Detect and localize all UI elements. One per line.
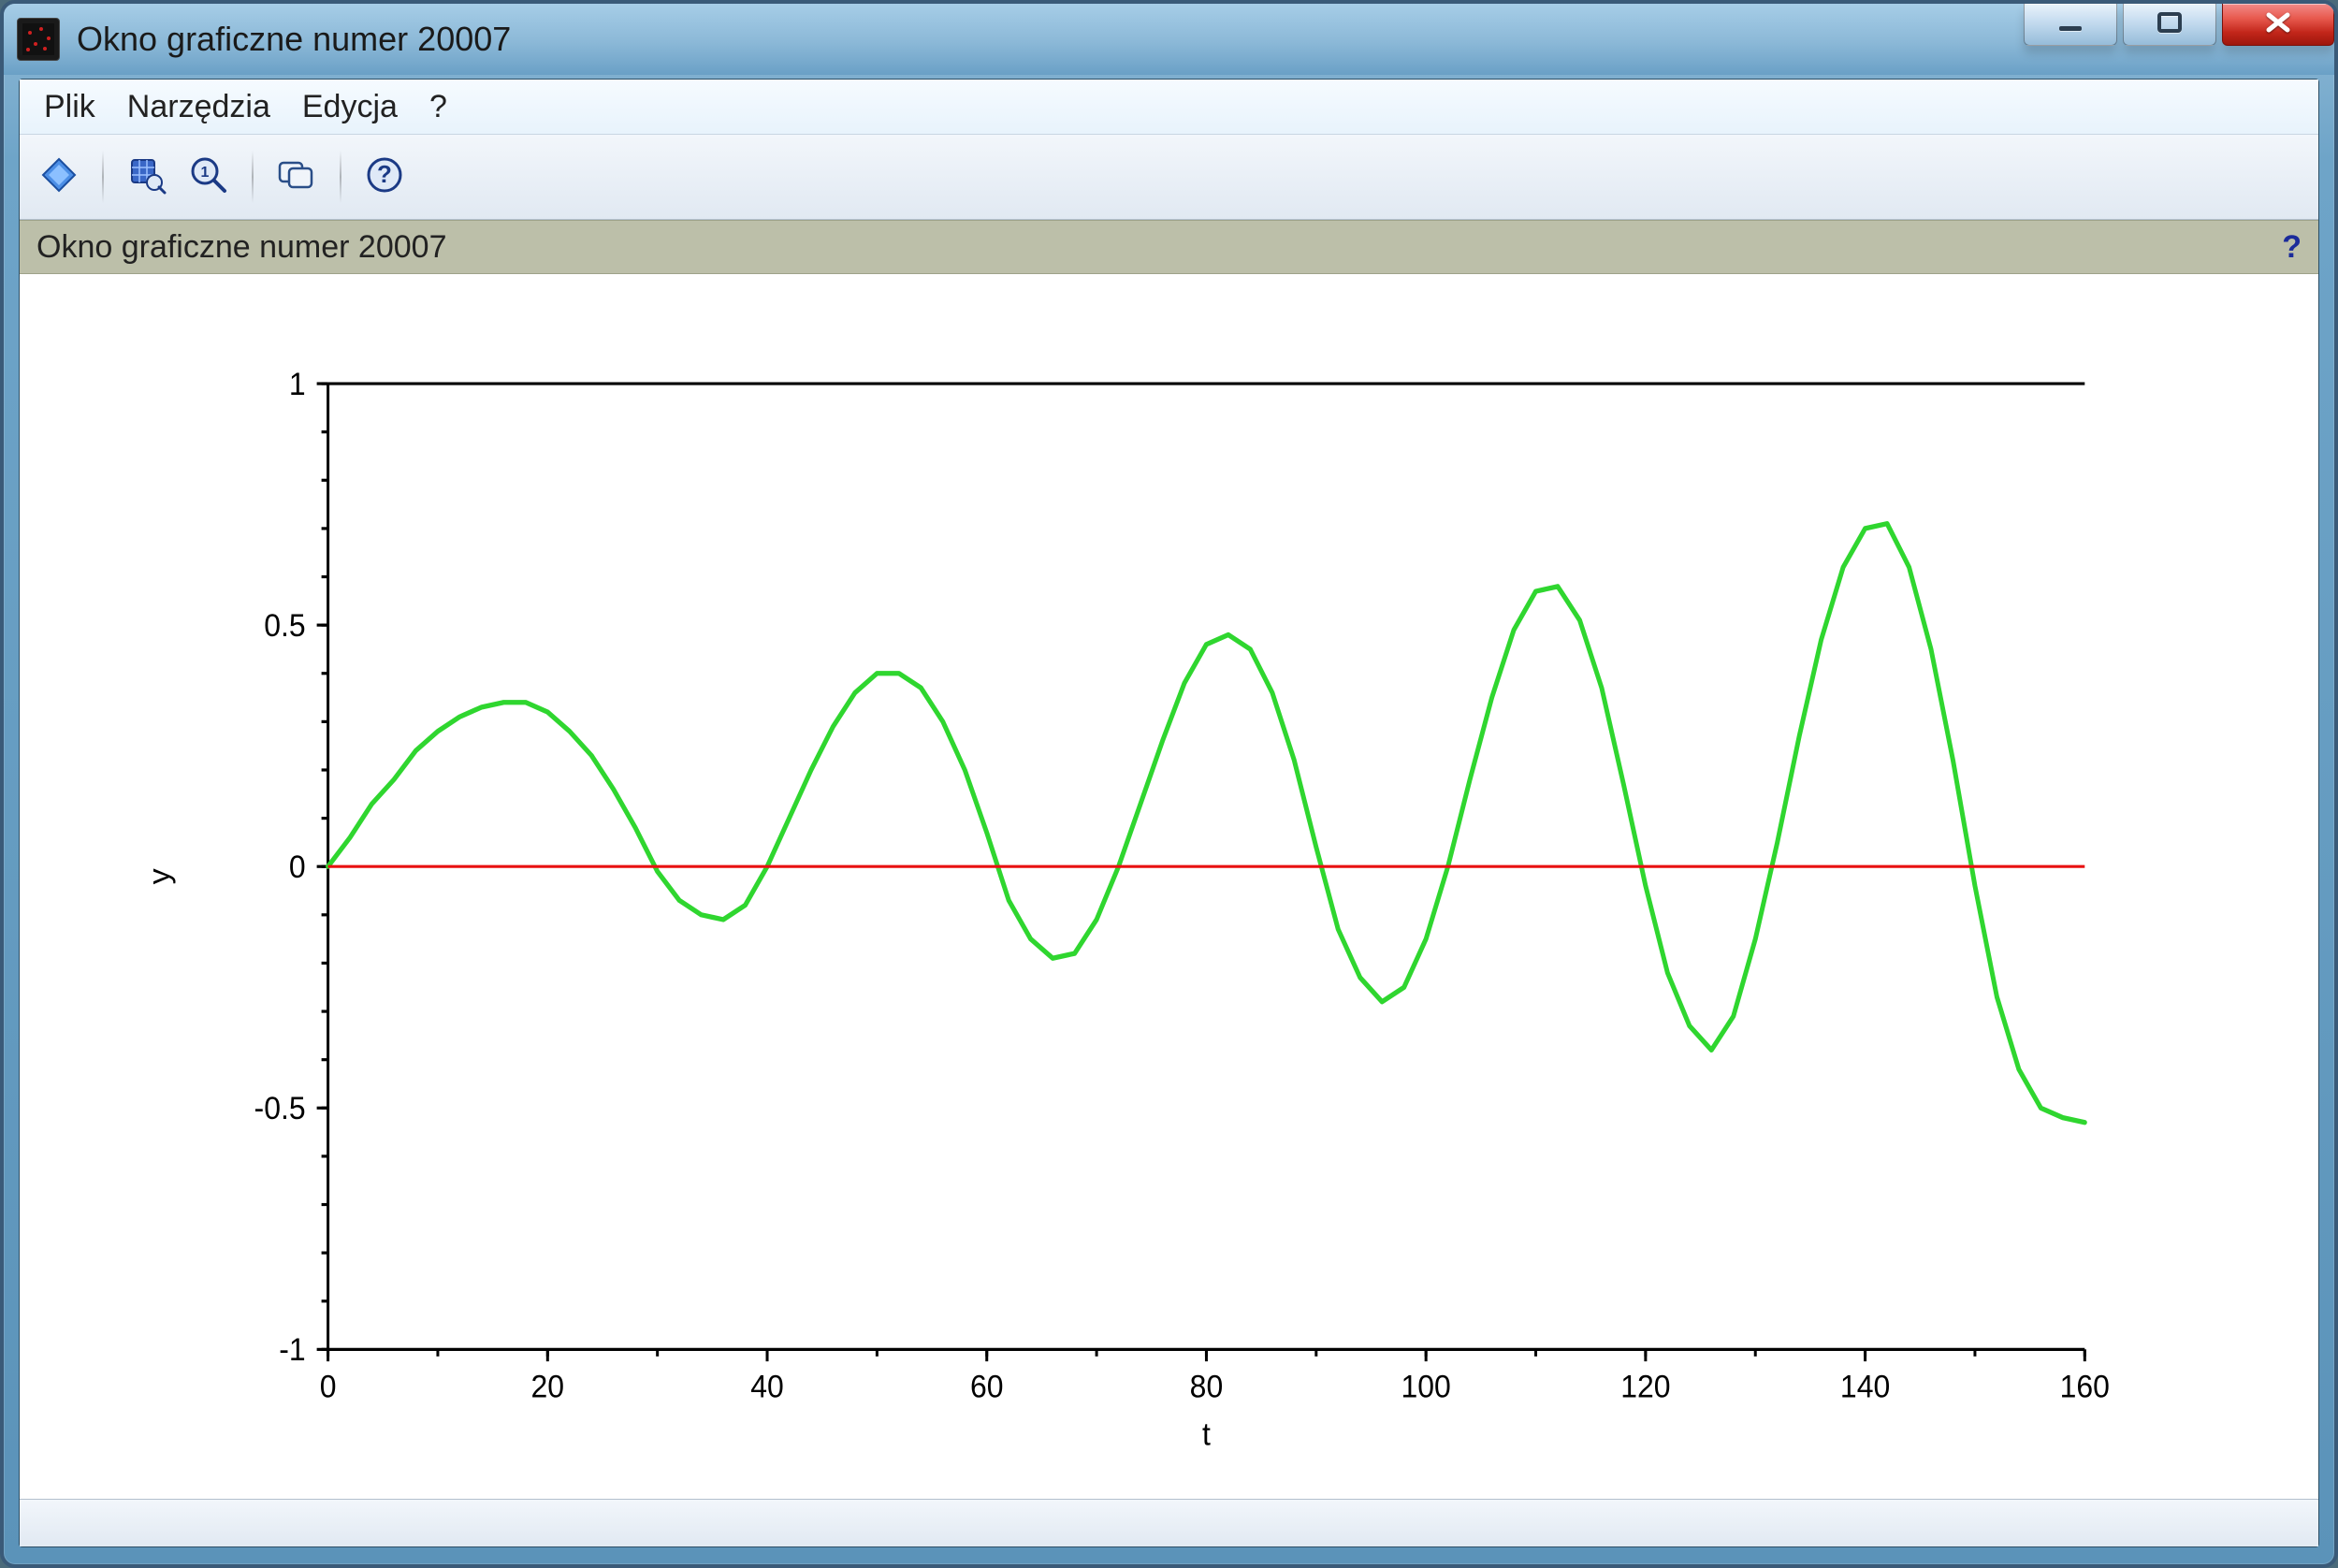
svg-text:100: 100 — [1401, 1369, 1451, 1404]
svg-text:40: 40 — [750, 1369, 784, 1404]
window-title: Okno graficzne numer 20007 — [77, 20, 2325, 59]
menu-help[interactable]: ? — [414, 83, 462, 131]
window-frame: Okno graficzne numer 20007 Plik — [0, 0, 2338, 1568]
menu-edit[interactable]: Edycja — [287, 83, 413, 131]
svg-text:60: 60 — [970, 1369, 1004, 1404]
svg-text:y: y — [142, 868, 176, 885]
svg-text:1: 1 — [289, 366, 306, 401]
svg-text:0: 0 — [320, 1369, 337, 1404]
window-controls — [2024, 4, 2334, 75]
client-area: Plik Narzędzia Edycja ? — [19, 79, 2319, 1547]
chart-area[interactable]: 0 20 40 60 80 100 120 140 160 -1 -0.5 0 0.5 1 t y — [20, 274, 2318, 1499]
maximize-button[interactable] — [2123, 4, 2216, 46]
svg-text:140: 140 — [1840, 1369, 1890, 1404]
toolbar-rotate-button[interactable] — [35, 152, 83, 201]
svg-text:1: 1 — [201, 165, 210, 181]
statusbar — [20, 1499, 2318, 1546]
svg-text:160: 160 — [2060, 1369, 2110, 1404]
chart-svg: 0 20 40 60 80 100 120 140 160 -1 -0.5 0 0.5 1 t y — [20, 274, 2318, 1499]
svg-text:120: 120 — [1620, 1369, 1670, 1404]
menubar: Plik Narzędzia Edycja ? — [20, 80, 2318, 135]
infobar: Okno graficzne numer 20007 ? — [20, 220, 2318, 274]
svg-text:20: 20 — [531, 1369, 565, 1404]
menu-file[interactable]: Plik — [29, 83, 110, 131]
rotate-icon — [39, 155, 79, 199]
toolbar: 1 — [20, 135, 2318, 220]
zoom-one-icon: 1 — [189, 155, 228, 199]
menu-tools[interactable]: Narzędzia — [112, 83, 285, 131]
toolbar-copy-button[interactable] — [272, 152, 321, 201]
app-icon-scilab — [17, 18, 60, 61]
help-icon: ? — [365, 155, 404, 199]
svg-text:0: 0 — [289, 849, 306, 884]
svg-text:0.5: 0.5 — [264, 607, 305, 643]
toolbar-separator — [102, 151, 104, 203]
close-icon — [2259, 9, 2297, 40]
svg-text:?: ? — [377, 160, 392, 188]
glass-frame: Plik Narzędzia Edycja ? — [19, 79, 2319, 1547]
infobar-help-button[interactable]: ? — [2282, 229, 2302, 266]
zoom-grid-icon — [127, 155, 167, 199]
minimize-icon — [2052, 9, 2089, 40]
toolbar-zoom-area-button[interactable] — [123, 152, 171, 201]
toolbar-separator — [340, 151, 341, 203]
titlebar[interactable]: Okno graficzne numer 20007 — [4, 4, 2334, 75]
toolbar-separator — [252, 151, 254, 203]
toolbar-help-button[interactable]: ? — [360, 152, 409, 201]
maximize-icon — [2151, 9, 2188, 40]
minimize-button[interactable] — [2024, 4, 2117, 46]
svg-text:t: t — [1202, 1416, 1211, 1452]
svg-text:-1: -1 — [279, 1331, 305, 1367]
infobar-title: Okno graficzne numer 20007 — [36, 229, 446, 266]
close-button[interactable] — [2222, 4, 2334, 46]
svg-text:-0.5: -0.5 — [254, 1090, 306, 1125]
svg-text:80: 80 — [1190, 1369, 1224, 1404]
toolbar-zoom-reset-button[interactable]: 1 — [184, 152, 233, 201]
copy-icon — [276, 155, 317, 199]
